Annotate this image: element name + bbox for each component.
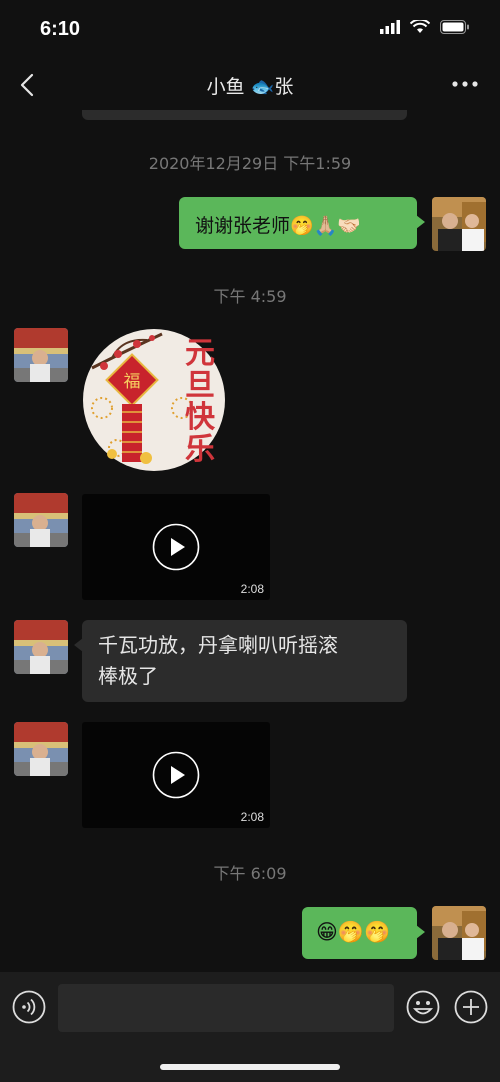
contact-avatar[interactable] [14, 620, 68, 674]
outgoing-message-bubble[interactable]: 谢谢张老师🤭🙏🏼🤝🏻 [179, 197, 425, 249]
new-year-sticker[interactable]: 福 元旦快乐 [82, 328, 228, 472]
fu-character: 福 [124, 372, 141, 392]
wifi-icon [410, 20, 430, 33]
play-icon[interactable] [152, 751, 200, 799]
video-message[interactable]: 2:08 [82, 494, 270, 600]
add-attachment-button[interactable] [454, 990, 488, 1024]
message-timestamp: 2020年12月29日 下午1:59 [148, 154, 352, 173]
incoming-message-bubble[interactable]: 千瓦功放，丹拿喇叭听摇滚 棒极了 [74, 620, 407, 702]
cellular-signal-icon [380, 20, 400, 34]
contact-avatar[interactable] [14, 493, 68, 547]
message-timestamp: 下午 6:09 [213, 864, 287, 883]
sticker-text: 元旦快乐 [185, 336, 215, 467]
chat-header: 小鱼 🐟张 [0, 60, 500, 110]
chat-title: 小鱼 🐟张 [206, 76, 294, 98]
my-avatar[interactable] [432, 906, 486, 960]
status-time: 6:10 [40, 18, 81, 40]
voice-input-button[interactable] [12, 990, 46, 1024]
message-input[interactable] [58, 984, 394, 1032]
status-icons [380, 20, 470, 34]
play-icon[interactable] [152, 523, 200, 571]
contact-avatar[interactable] [14, 722, 68, 776]
bubble-tail-icon [416, 215, 425, 229]
status-bar: 6:10 [0, 0, 500, 60]
home-indicator[interactable] [160, 1064, 340, 1070]
message-timestamp: 下午 4:59 [213, 287, 287, 306]
message-text-line-2: 棒极了 [98, 664, 158, 688]
video-duration: 2:08 [240, 582, 264, 596]
message-text-line-1: 千瓦功放，丹拿喇叭听摇滚 [98, 633, 338, 657]
battery-icon [440, 20, 469, 34]
video-duration: 2:08 [240, 810, 264, 824]
video-message[interactable]: 2:08 [82, 722, 270, 828]
outgoing-message-bubble[interactable]: 😁🤭🤭 [302, 907, 425, 959]
emoji-button[interactable] [406, 990, 440, 1024]
message-text: 谢谢张老师🤭🙏🏼🤝🏻 [195, 215, 361, 237]
bubble-tail-icon [74, 638, 83, 652]
bubble-tail-icon [416, 925, 425, 939]
message-text: 😁🤭🤭 [316, 920, 391, 944]
contact-avatar[interactable] [14, 328, 68, 382]
my-avatar[interactable] [432, 197, 486, 251]
more-options-button[interactable] [450, 72, 480, 96]
previous-message-bubble[interactable] [82, 110, 407, 120]
